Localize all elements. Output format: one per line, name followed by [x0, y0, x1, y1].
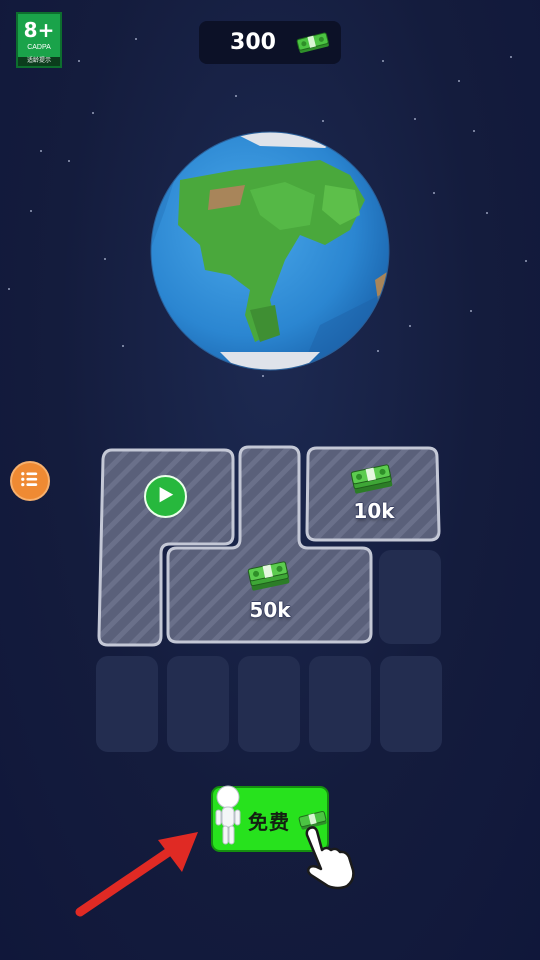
- stickman-icon: [215, 785, 241, 845]
- watch-video-button[interactable]: [144, 475, 187, 518]
- free-button-label: 免费: [248, 810, 290, 834]
- cash-stack-icon: [247, 561, 290, 591]
- reward-50k-label: 50k: [249, 598, 291, 622]
- cash-icon: [298, 810, 327, 830]
- free-button[interactable]: 免费: [211, 785, 329, 852]
- reward-10k-label: 10k: [353, 499, 395, 523]
- play-icon: [159, 486, 174, 503]
- cash-stack-icon: [350, 464, 393, 494]
